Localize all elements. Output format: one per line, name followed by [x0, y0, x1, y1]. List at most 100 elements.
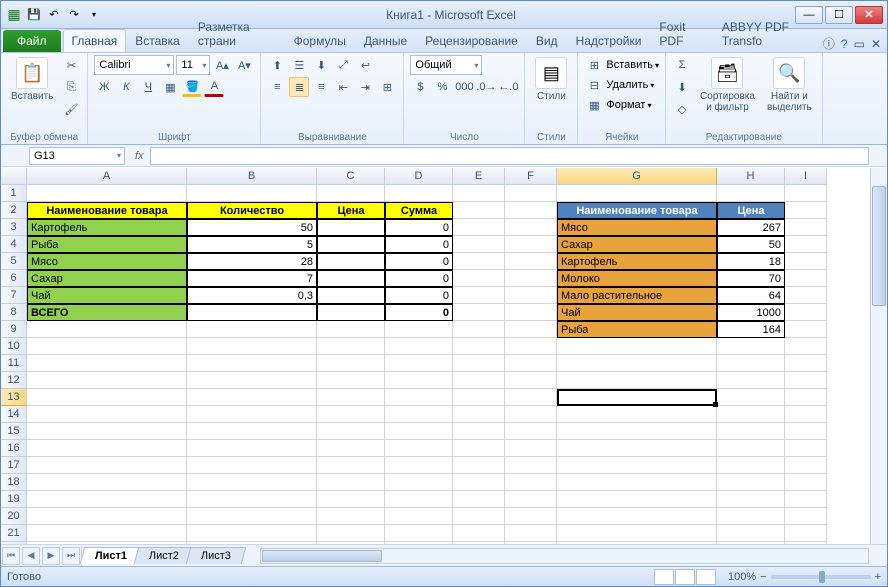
cell-I12[interactable]	[785, 372, 827, 389]
styles-button[interactable]: ▤ Стили	[531, 55, 571, 104]
cell-H6[interactable]: 70	[717, 270, 785, 287]
help-icon[interactable]: ?	[841, 37, 848, 51]
cell-I4[interactable]	[785, 236, 827, 253]
wrap-text-button[interactable]: ↩	[355, 55, 375, 75]
qat-customize-icon[interactable]: ▾	[85, 6, 103, 24]
cell-C10[interactable]	[317, 338, 385, 355]
tab-home[interactable]: Главная	[63, 29, 127, 52]
cell-D14[interactable]	[385, 406, 453, 423]
cell-D9[interactable]	[385, 321, 453, 338]
cell-I18[interactable]	[785, 474, 827, 491]
cell-F17[interactable]	[505, 457, 557, 474]
cell-F4[interactable]	[505, 236, 557, 253]
cell-E18[interactable]	[453, 474, 505, 491]
select-all-button[interactable]	[1, 168, 27, 185]
cell-E6[interactable]	[453, 270, 505, 287]
cell-H17[interactable]	[717, 457, 785, 474]
cell-A14[interactable]	[27, 406, 187, 423]
cell-I2[interactable]	[785, 202, 827, 219]
cell-C19[interactable]	[317, 491, 385, 508]
cell-H19[interactable]	[717, 491, 785, 508]
minimize-ribbon-icon[interactable]: ⓘ	[823, 35, 835, 52]
sheet-nav-next[interactable]: ▶	[42, 547, 60, 565]
italic-button[interactable]: К	[116, 77, 136, 97]
cell-B10[interactable]	[187, 338, 317, 355]
row-header-1[interactable]: 1	[1, 185, 27, 202]
cell-D21[interactable]	[385, 525, 453, 542]
cell-F8[interactable]	[505, 304, 557, 321]
cell-B18[interactable]	[187, 474, 317, 491]
cell-G4[interactable]: Сахар	[557, 236, 717, 253]
cell-A11[interactable]	[27, 355, 187, 372]
comma-button[interactable]: 000	[454, 77, 474, 97]
cell-I15[interactable]	[785, 423, 827, 440]
cell-H18[interactable]	[717, 474, 785, 491]
cell-E11[interactable]	[453, 355, 505, 372]
cell-B3[interactable]: 50	[187, 219, 317, 236]
tab-page-layout[interactable]: Разметка страни	[189, 15, 285, 52]
cell-I17[interactable]	[785, 457, 827, 474]
col-header-G[interactable]: G	[557, 168, 717, 185]
cell-E21[interactable]	[453, 525, 505, 542]
cell-H8[interactable]: 1000	[717, 304, 785, 321]
cell-C4[interactable]	[317, 236, 385, 253]
cell-E15[interactable]	[453, 423, 505, 440]
cell-I11[interactable]	[785, 355, 827, 372]
cell-H4[interactable]: 50	[717, 236, 785, 253]
file-tab[interactable]: Файл	[3, 30, 61, 52]
copy-button[interactable]: ⎘	[61, 77, 81, 97]
cell-F13[interactable]	[505, 389, 557, 406]
underline-button[interactable]: Ч	[138, 77, 158, 97]
col-header-B[interactable]: B	[187, 168, 317, 185]
cell-B11[interactable]	[187, 355, 317, 372]
cell-D11[interactable]	[385, 355, 453, 372]
cell-G11[interactable]	[557, 355, 717, 372]
row-header-9[interactable]: 9	[1, 321, 27, 338]
cell-C18[interactable]	[317, 474, 385, 491]
cell-F10[interactable]	[505, 338, 557, 355]
sheet-tab-3[interactable]: Лист3	[186, 547, 247, 564]
cell-G2[interactable]: Наименование товара	[557, 202, 717, 219]
font-name-combo[interactable]: Calibri	[94, 55, 174, 75]
zoom-label[interactable]: 100%	[728, 571, 756, 583]
cell-E16[interactable]	[453, 440, 505, 457]
orientation-button[interactable]: ⤢	[333, 55, 353, 75]
row-header-8[interactable]: 8	[1, 304, 27, 321]
cell-B6[interactable]: 7	[187, 270, 317, 287]
format-cells-button[interactable]: ▦Формат▾	[584, 95, 651, 115]
cell-C8[interactable]	[317, 304, 385, 321]
tab-data[interactable]: Данные	[355, 29, 416, 52]
cell-H20[interactable]	[717, 508, 785, 525]
cell-E2[interactable]	[453, 202, 505, 219]
cell-G20[interactable]	[557, 508, 717, 525]
save-button[interactable]: 💾	[25, 6, 43, 24]
cell-G13[interactable]	[557, 389, 717, 406]
cell-I14[interactable]	[785, 406, 827, 423]
cell-C7[interactable]	[317, 287, 385, 304]
delete-cells-button[interactable]: ⊟Удалить▾	[584, 75, 654, 95]
cell-B15[interactable]	[187, 423, 317, 440]
cell-H3[interactable]: 267	[717, 219, 785, 236]
cell-F12[interactable]	[505, 372, 557, 389]
col-header-F[interactable]: F	[505, 168, 557, 185]
cell-A21[interactable]	[27, 525, 187, 542]
row-header-3[interactable]: 3	[1, 219, 27, 236]
number-format-combo[interactable]: Общий	[410, 55, 482, 75]
zoom-in-button[interactable]: +	[875, 571, 881, 583]
cell-B5[interactable]: 28	[187, 253, 317, 270]
cell-D16[interactable]	[385, 440, 453, 457]
cell-H11[interactable]	[717, 355, 785, 372]
cell-F9[interactable]	[505, 321, 557, 338]
cell-F3[interactable]	[505, 219, 557, 236]
cell-C20[interactable]	[317, 508, 385, 525]
sheet-nav-first[interactable]: ⏮	[2, 547, 20, 565]
cell-D18[interactable]	[385, 474, 453, 491]
cell-E7[interactable]	[453, 287, 505, 304]
view-layout-button[interactable]	[675, 569, 695, 585]
formula-input[interactable]	[150, 147, 869, 165]
cell-C2[interactable]: Цена	[317, 202, 385, 219]
row-header-2[interactable]: 2	[1, 202, 27, 219]
sort-filter-button[interactable]: 🗃 Сортировка и фильтр	[696, 55, 759, 115]
sheet-tab-1[interactable]: Лист1	[80, 547, 143, 564]
row-header-10[interactable]: 10	[1, 338, 27, 355]
